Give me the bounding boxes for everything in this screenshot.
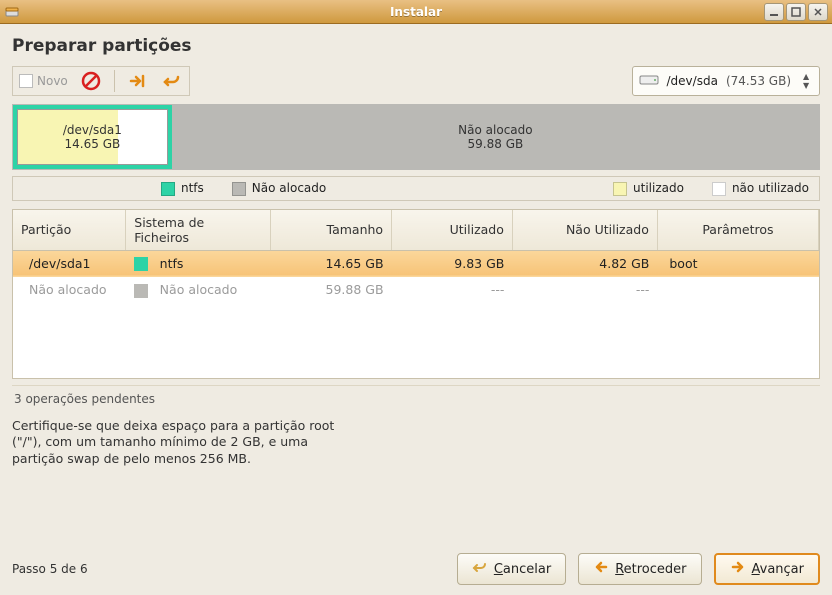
close-button[interactable] <box>808 3 828 21</box>
cell-filesystem: ntfs <box>126 250 271 277</box>
col-unused[interactable]: Não Utilizado <box>512 210 657 251</box>
partition-table: Partição Sistema de Ficheiros Tamanho Ut… <box>12 209 820 379</box>
col-size[interactable]: Tamanho <box>271 210 392 251</box>
footer: Passo 5 de 6 Cancelar Retroceder Avançar <box>12 541 820 585</box>
window-controls <box>764 3 832 21</box>
undo-arrow-icon <box>472 559 488 579</box>
window-title: Instalar <box>0 5 832 19</box>
disk-graph: /dev/sda1 14.65 GB Não alocado 59.88 GB <box>12 104 820 170</box>
legend-ntfs: ntfs <box>161 181 204 196</box>
chevron-down-icon[interactable]: ▼ <box>803 82 813 90</box>
graph-sda1-size: 14.65 GB <box>65 137 121 151</box>
drive-icon <box>639 73 659 90</box>
chevron-up-icon[interactable]: ▲ <box>803 73 813 81</box>
cell-used: 9.83 GB <box>392 250 513 277</box>
new-label: Novo <box>37 74 68 88</box>
minimize-button[interactable] <box>764 3 784 21</box>
apply-icon[interactable] <box>127 70 149 92</box>
col-used[interactable]: Utilizado <box>392 210 513 251</box>
delete-icon[interactable] <box>80 70 102 92</box>
undo-icon[interactable] <box>161 70 183 92</box>
step-label: Passo 5 de 6 <box>12 562 88 576</box>
graph-unallocated[interactable]: Não alocado 59.88 GB <box>172 105 819 169</box>
device-path: /dev/sda <box>667 74 718 88</box>
titlebar: Instalar <box>0 0 832 24</box>
maximize-button[interactable] <box>786 3 806 21</box>
page-title: Preparar partições <box>12 36 820 56</box>
legend-unused: não utilizado <box>712 181 809 196</box>
legend-used: utilizado <box>613 181 684 196</box>
forward-label: vançar <box>760 562 804 577</box>
back-label: etroceder <box>624 562 687 577</box>
window-body: Preparar partições Novo /dev/sda (74 <box>0 24 832 595</box>
cell-unused: --- <box>512 277 657 304</box>
table-row[interactable]: /dev/sda1 ntfs14.65 GB9.83 GB4.82 GBboot <box>13 250 819 277</box>
device-selector[interactable]: /dev/sda (74.53 GB) ▲ ▼ <box>632 66 820 96</box>
cell-params <box>657 277 818 304</box>
cancel-button[interactable]: Cancelar <box>457 553 566 585</box>
cell-partition: Não alocado <box>13 277 126 304</box>
cell-filesystem: Não alocado <box>126 277 271 304</box>
new-partition-button: Novo <box>19 74 68 88</box>
toolbar-divider <box>114 70 115 92</box>
col-params[interactable]: Parâmetros <box>657 210 818 251</box>
pending-operations[interactable]: 3 operações pendentes <box>12 385 820 408</box>
toolbar-left: Novo <box>12 66 190 96</box>
back-button[interactable]: Retroceder <box>578 553 701 585</box>
graph-unalloc-label: Não alocado <box>458 123 532 137</box>
legend: ntfs Não alocado utilizado não utilizado <box>12 176 820 201</box>
checkbox-icon <box>19 74 33 88</box>
col-partition[interactable]: Partição <box>13 210 126 251</box>
cell-size: 59.88 GB <box>271 277 392 304</box>
cancel-label: ancelar <box>503 562 551 577</box>
graph-partition-sda1[interactable]: /dev/sda1 14.65 GB <box>13 105 172 169</box>
table-header-row: Partição Sistema de Ficheiros Tamanho Ut… <box>13 210 819 251</box>
cell-size: 14.65 GB <box>271 250 392 277</box>
col-filesystem[interactable]: Sistema de Ficheiros <box>126 210 271 251</box>
device-size: (74.53 GB) <box>726 74 791 88</box>
arrow-right-icon <box>730 559 746 579</box>
graph-unalloc-size: 59.88 GB <box>468 137 524 151</box>
graph-sda1-label: /dev/sda1 <box>63 123 122 137</box>
cell-used: --- <box>392 277 513 304</box>
advice-text: Certifique-se que deixa espaço para a pa… <box>12 418 820 469</box>
device-spinner[interactable]: ▲ ▼ <box>803 73 813 90</box>
table-row[interactable]: Não alocado Não alocado59.88 GB------ <box>13 277 819 304</box>
cell-unused: 4.82 GB <box>512 250 657 277</box>
app-icon <box>4 4 20 20</box>
cell-partition: /dev/sda1 <box>13 250 126 277</box>
arrow-left-icon <box>593 559 609 579</box>
forward-button[interactable]: Avançar <box>714 553 821 585</box>
toolbar: Novo /dev/sda (74.53 GB) ▲ ▼ <box>12 66 820 96</box>
legend-unallocated: Não alocado <box>232 181 326 196</box>
cell-params: boot <box>657 250 818 277</box>
